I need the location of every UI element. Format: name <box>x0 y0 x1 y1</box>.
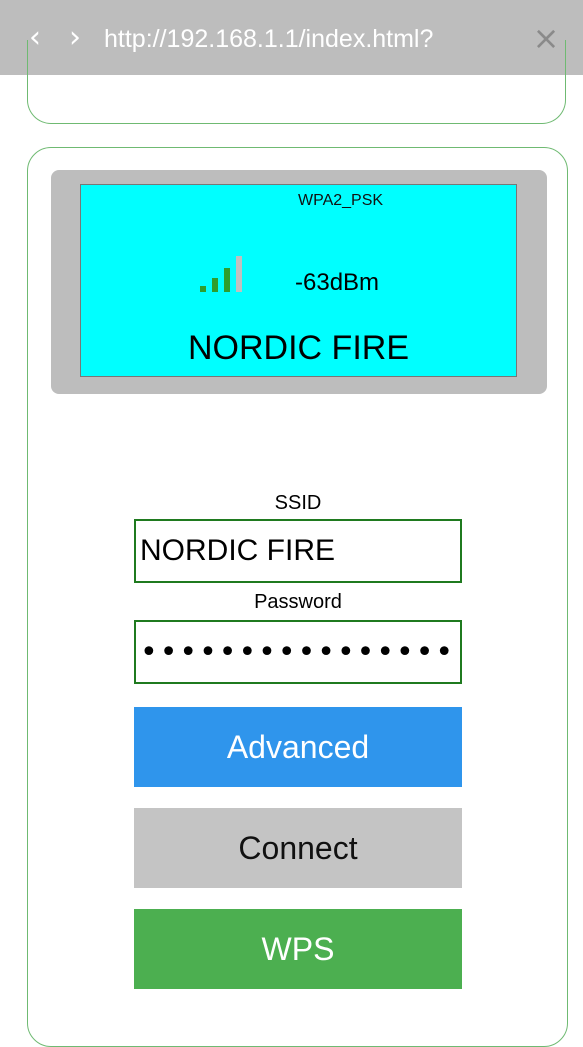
ssid-input[interactable] <box>134 519 462 583</box>
security-type: WPA2_PSK <box>298 192 384 209</box>
signal-bar <box>212 278 218 292</box>
previous-card <box>27 40 566 124</box>
password-input[interactable] <box>134 620 462 684</box>
ssid-label: SSID <box>274 492 322 514</box>
connect-button[interactable]: Connect <box>134 808 462 888</box>
signal-strength: -63dBm <box>295 269 380 296</box>
signal-bar <box>200 286 206 292</box>
signal-bar <box>224 268 230 292</box>
advanced-button[interactable]: Advanced <box>134 707 462 787</box>
network-name: NORDIC FIRE <box>188 329 409 367</box>
wps-button[interactable]: WPS <box>134 909 462 989</box>
password-label: Password <box>254 591 342 613</box>
signal-bar <box>236 256 242 292</box>
signal-bars-icon <box>200 256 250 292</box>
